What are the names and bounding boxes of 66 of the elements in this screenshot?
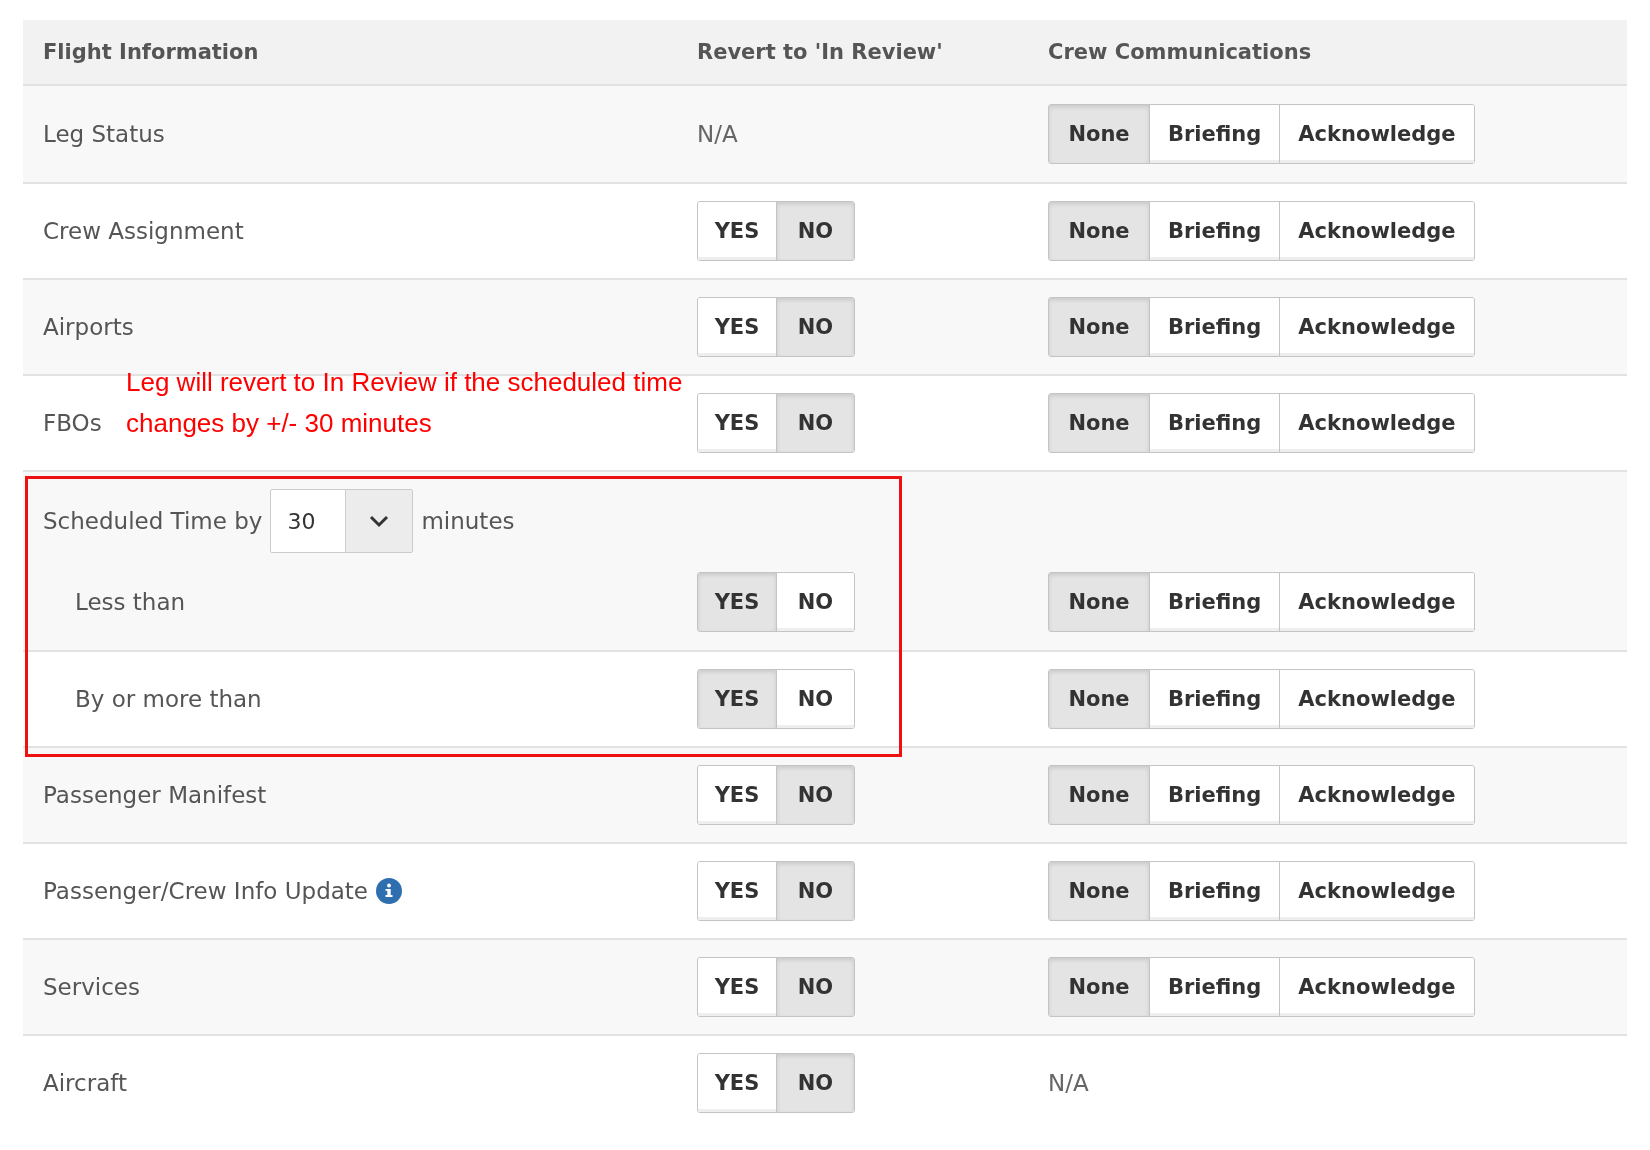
toggle-option[interactable]: YES [698,1054,776,1112]
row-label: Less than [74,589,186,615]
toggle-option[interactable]: Briefing [1149,105,1280,163]
toggle-option[interactable]: None [1049,766,1149,824]
annotation-note: Leg will revert to In Review if the scheduled time changes by +/- 30 minutes [126,366,684,440]
toggle-option[interactable]: YES [698,573,776,631]
row-label: Services [43,974,140,1000]
row-label: FBOs [43,410,102,436]
toggle-option[interactable]: None [1049,298,1149,356]
toggle-option[interactable]: YES [698,958,776,1016]
toggle-option[interactable]: Briefing [1149,958,1280,1016]
row-label: Crew Assignment [43,218,244,244]
toggle-option[interactable]: Acknowledge [1279,670,1474,728]
row-label: Passenger/Crew Info Update [43,878,368,904]
toggle-option[interactable]: YES [698,298,776,356]
row-label: Aircraft [43,1070,127,1096]
toggle-option[interactable]: YES [698,202,776,260]
toggle-option[interactable]: YES [698,766,776,824]
toggle-option[interactable]: Acknowledge [1279,298,1474,356]
toggle-option[interactable]: None [1049,202,1149,260]
toggle-option[interactable]: Briefing [1149,670,1280,728]
na-text: N/A [697,121,738,147]
toggle-option[interactable]: Acknowledge [1279,573,1474,631]
toggle-option[interactable]: Acknowledge [1279,766,1474,824]
toggle-option[interactable]: NO [776,202,854,260]
toggle-option[interactable]: NO [776,1054,854,1112]
toggle-option[interactable]: Briefing [1149,394,1280,452]
toggle-option[interactable]: Acknowledge [1279,394,1474,452]
row-label: Scheduled Time by [43,508,263,534]
unit-label: minutes [421,508,515,534]
chevron-down-icon [368,514,391,528]
row-label: Airports [43,314,134,340]
toggle-option[interactable]: YES [698,670,776,728]
toggle-option[interactable]: None [1049,394,1149,452]
toggle-option[interactable]: Briefing [1149,862,1280,920]
toggle-option[interactable]: NO [776,573,854,631]
column-header: Crew Communications [1048,40,1312,64]
toggle-option[interactable]: NO [776,766,854,824]
toggle-option[interactable]: NO [776,394,854,452]
toggle-option[interactable]: Acknowledge [1279,105,1474,163]
row-label: Passenger Manifest [43,782,267,808]
row-label: By or more than [74,686,262,712]
toggle-option[interactable]: Briefing [1149,573,1280,631]
toggle-option[interactable]: None [1049,958,1149,1016]
toggle-option[interactable]: NO [776,862,854,920]
toggle-option[interactable]: Briefing [1149,202,1280,260]
na-text: N/A [1048,1070,1089,1096]
toggle-option[interactable]: Acknowledge [1279,862,1474,920]
toggle-option[interactable]: Briefing [1149,298,1280,356]
toggle-option[interactable]: None [1049,105,1149,163]
row-label: Leg Status [43,121,165,147]
toggle-option[interactable]: YES [698,394,776,452]
toggle-option[interactable]: None [1049,573,1149,631]
toggle-option[interactable]: None [1049,862,1149,920]
toggle-option[interactable]: NO [776,298,854,356]
info-icon[interactable] [376,878,402,904]
column-header: Revert to 'In Review' [697,40,943,64]
toggle-option[interactable]: YES [698,862,776,920]
toggle-option[interactable]: Briefing [1149,766,1280,824]
toggle-option[interactable]: None [1049,670,1149,728]
column-header: Flight Information [43,40,259,64]
toggle-option[interactable]: NO [776,958,854,1016]
minutes-select[interactable]: 30 [270,489,414,553]
toggle-option[interactable]: Acknowledge [1279,202,1474,260]
toggle-option[interactable]: NO [776,670,854,728]
toggle-option[interactable]: Acknowledge [1279,958,1474,1016]
